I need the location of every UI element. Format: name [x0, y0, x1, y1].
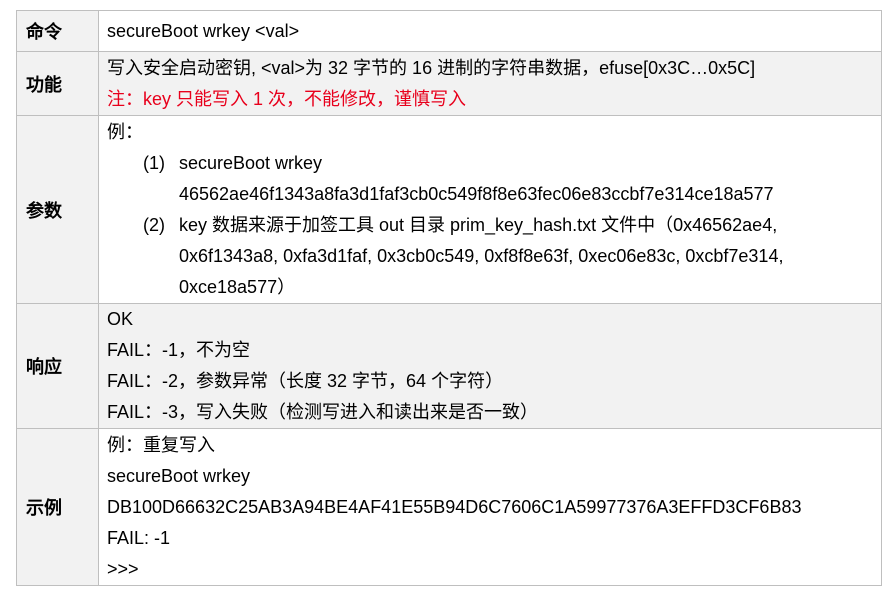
row-command: 命令 secureBoot wrkey <val> [16, 10, 882, 52]
params-intro: 例： [107, 121, 143, 142]
command-spec-table: 命令 secureBoot wrkey <val> 功能 写入安全启动密钥, <… [16, 10, 882, 586]
row-example: 示例 例：重复写入 secureBoot wrkey DB100D66632C2… [16, 428, 882, 586]
row-response: 响应 OK FAIL：-1，不为空 FAIL：-2，参数异常（长度 32 字节，… [16, 303, 882, 429]
example-command: secureBoot wrkey [107, 465, 251, 486]
response-fail-1: FAIL：-1，不为空 [107, 340, 251, 360]
params-item-1: (1) secureBoot wrkey [107, 148, 881, 179]
command-syntax: secureBoot wrkey <val> [98, 10, 882, 52]
label-params: 参数 [16, 115, 99, 304]
params-item-2-number: (2) [143, 214, 165, 235]
params-description: 例： (1) secureBoot wrkey 46562ae46f1343a8f… [98, 115, 882, 304]
example-key-value: DB100D66632C25AB3A94BE4AF41E55B94D6C7606… [107, 496, 802, 517]
label-function: 功能 [16, 51, 99, 116]
params-item-1-number: (1) [143, 152, 165, 173]
params-item-2: (2) key 数据来源于加签工具 out 目录 prim_key_hash.tx… [107, 210, 881, 241]
params-item-1-command: secureBoot wrkey [179, 152, 323, 173]
params-item-2-line-1: key 数据来源于加签工具 out 目录 prim_key_hash.txt 文… [179, 214, 778, 235]
response-fail-3: FAIL：-3，写入失败（检测写进入和读出来是否一致） [107, 402, 539, 422]
function-description: 写入安全启动密钥, <val>为 32 字节的 16 进制的字符串数据，efus… [98, 51, 882, 116]
function-line-1: 写入安全启动密钥, <val>为 32 字节的 16 进制的字符串数据，efus… [107, 57, 756, 78]
example-result: FAIL: -1 [107, 527, 171, 548]
response-ok: OK [107, 309, 134, 329]
response-fail-2: FAIL：-2，参数异常（长度 32 字节，64 个字符） [107, 371, 504, 391]
response-description: OK FAIL：-1，不为空 FAIL：-2，参数异常（长度 32 字节，64 … [98, 303, 882, 429]
params-item-1-value: 46562ae46f1343a8fa3d1faf3cb0c549f8f8e63f… [179, 183, 774, 204]
row-function: 功能 写入安全启动密钥, <val>为 32 字节的 16 进制的字符串数据，e… [16, 51, 882, 116]
params-item-2-line-3: 0xce18a577） [179, 276, 296, 297]
row-params: 参数 例： (1) secureBoot wrkey 46562ae46f1343… [16, 115, 882, 304]
command-text: secureBoot wrkey <val> [107, 20, 300, 41]
label-example: 示例 [16, 428, 99, 586]
example-description: 例：重复写入 secureBoot wrkey DB100D66632C25AB… [98, 428, 882, 586]
function-warning: 注：key 只能写入 1 次，不能修改，谨慎写入 [107, 88, 467, 109]
label-response: 响应 [16, 303, 99, 429]
params-item-2-line-2: 0x6f1343a8, 0xfa3d1faf, 0x3cb0c549, 0xf8… [179, 245, 784, 266]
example-intro: 例：重复写入 [107, 434, 215, 455]
example-prompt: >>> [107, 558, 139, 579]
label-command: 命令 [16, 10, 99, 52]
